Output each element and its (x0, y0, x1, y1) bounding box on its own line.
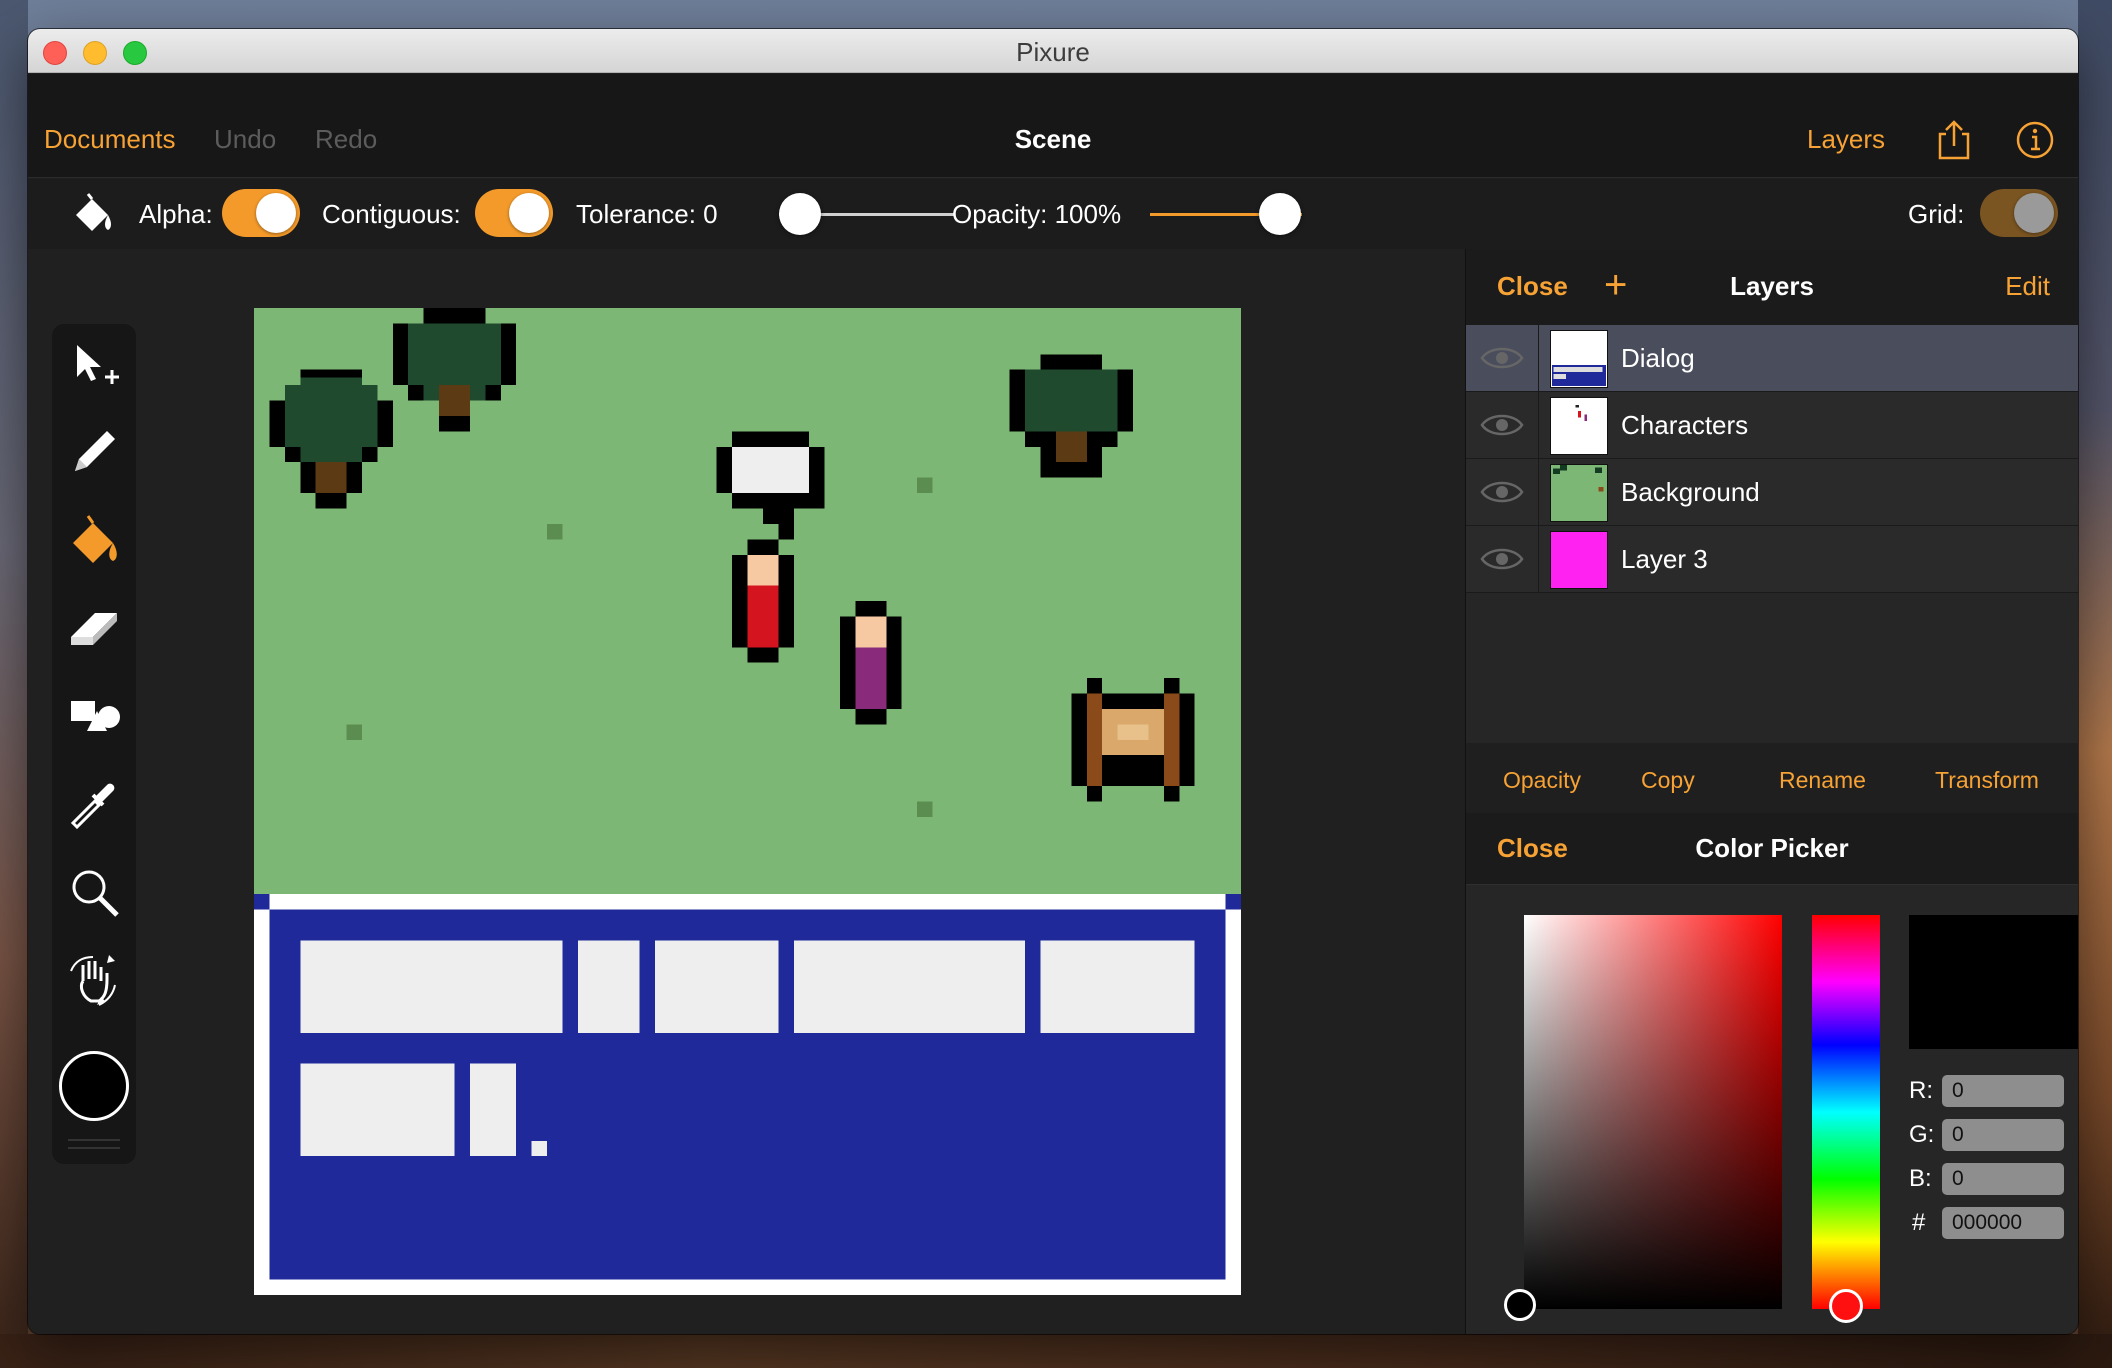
color-picker-header: Close Color Picker (1466, 813, 2078, 885)
alpha-label: Alpha: (139, 199, 213, 229)
grid-label: Grid: (1908, 199, 1965, 229)
layers-panel-header: Close + Layers Edit (1466, 249, 2078, 325)
tolerance-slider-thumb[interactable] (779, 193, 821, 235)
zoom-icon[interactable] (62, 860, 126, 924)
edit-layers-button[interactable]: Edit (2005, 271, 2050, 302)
alpha-toggle[interactable] (222, 189, 300, 237)
document-title: Scene (1014, 124, 1092, 154)
opacity-slider[interactable] (1150, 193, 1302, 235)
saturation-value-picker[interactable] (1524, 915, 1782, 1309)
window-title: Pixure (1016, 37, 1090, 67)
transform-action-button[interactable]: Transform (1935, 767, 2039, 794)
layer-name: Dialog (1621, 343, 1695, 373)
opacity-slider-thumb[interactable] (1259, 193, 1301, 235)
saturation-value-knob[interactable] (1504, 1289, 1536, 1321)
layer-name: Layer 3 (1621, 544, 1708, 574)
red-label: R: (1909, 1077, 1933, 1104)
shapes-icon[interactable] (62, 684, 126, 748)
layers-button[interactable]: Layers (1807, 124, 1885, 155)
eye-icon[interactable] (1480, 410, 1524, 440)
opacity-label: Opacity: 100% (952, 199, 1122, 229)
paint-bucket-icon (66, 190, 116, 240)
layer-row-dialog[interactable]: Dialog (1466, 325, 2078, 392)
eye-icon[interactable] (1480, 343, 1524, 373)
title-bar: Pixure (28, 29, 2078, 73)
paint-bucket-tool-icon[interactable] (62, 510, 126, 574)
hue-slider[interactable] (1812, 915, 1880, 1309)
layer-row-background[interactable]: Background (1466, 459, 2078, 526)
green-label: G: (1909, 1121, 1935, 1148)
opacity-action-button[interactable]: Opacity (1503, 767, 1581, 794)
layer-actions-bar: Opacity Copy Rename Transform (1466, 743, 2078, 813)
color-preview-swatch (1909, 915, 2078, 1049)
layer-thumbnail (1550, 397, 1608, 455)
layer-name: Background (1621, 477, 1760, 507)
layer-list-empty-area (1466, 593, 2078, 743)
tolerance-label: Tolerance: 0 (576, 199, 718, 229)
layer-name: Characters (1621, 410, 1749, 440)
blue-field[interactable] (1942, 1163, 2064, 1195)
app-window: Pixure Documents Undo Redo Scene Layers (28, 29, 2078, 1334)
eye-icon[interactable] (1480, 544, 1524, 574)
contiguous-label: Contiguous: (322, 199, 461, 229)
palette-grip[interactable] (68, 1139, 120, 1149)
desktop-background-bottom (0, 1334, 2112, 1368)
pan-icon[interactable] (62, 948, 126, 1012)
eyedropper-icon[interactable] (62, 772, 126, 836)
hex-label: # (1912, 1209, 1926, 1236)
current-color-well[interactable] (59, 1051, 129, 1121)
tool-palette (52, 324, 136, 1164)
navigation-bar: Documents Undo Redo Scene Layers (28, 74, 2078, 178)
layer-thumbnail (1550, 464, 1608, 522)
layers-sidebar: Close + Layers Edit Dialog Characters Ba… (1465, 249, 2078, 1334)
layers-panel-title: Layers (1730, 271, 1814, 301)
hue-knob[interactable] (1829, 1289, 1863, 1323)
eraser-icon[interactable] (62, 596, 126, 660)
move-icon[interactable] (62, 334, 126, 398)
copy-action-button[interactable]: Copy (1641, 767, 1695, 794)
desktop-background-right (2078, 0, 2112, 1368)
layer-row-characters[interactable]: Characters (1466, 392, 2078, 459)
scene-artwork (254, 308, 1241, 1295)
desktop-background (0, 0, 28, 1368)
pixel-canvas[interactable] (254, 308, 1241, 1295)
layer-row-layer-3[interactable]: Layer 3 (1466, 526, 2078, 593)
canvas-workspace[interactable] (28, 249, 1464, 1334)
hex-field[interactable] (1942, 1207, 2064, 1239)
share-icon[interactable] (1932, 118, 1976, 162)
tool-options-bar: Alpha: Contiguous: Tolerance: 0 Opacity:… (28, 179, 2078, 249)
color-picker-title: Color Picker (1695, 833, 1849, 863)
rename-action-button[interactable]: Rename (1779, 767, 1866, 794)
eye-icon[interactable] (1480, 477, 1524, 507)
grid-toggle[interactable] (1980, 189, 2058, 237)
layer-thumbnail (1550, 531, 1608, 589)
blue-label: B: (1909, 1165, 1932, 1192)
pencil-icon[interactable] (62, 420, 126, 484)
contiguous-toggle[interactable] (475, 189, 553, 237)
tolerance-slider[interactable] (779, 193, 955, 235)
layer-thumbnail (1550, 330, 1608, 388)
green-field[interactable] (1942, 1119, 2064, 1151)
red-field[interactable] (1942, 1075, 2064, 1107)
info-icon[interactable] (2013, 118, 2057, 162)
